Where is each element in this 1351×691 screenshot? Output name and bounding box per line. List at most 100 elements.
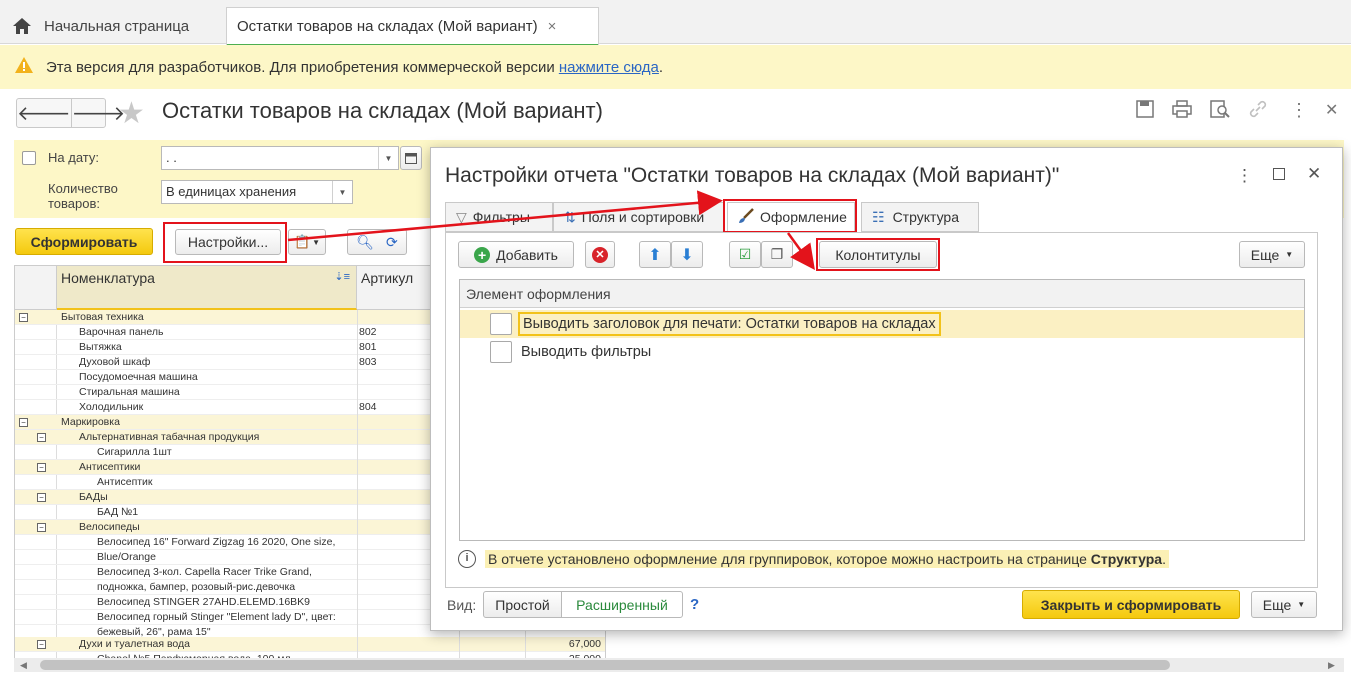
- calendar-icon[interactable]: [400, 146, 422, 170]
- row-name: БАДы: [79, 491, 108, 503]
- view-simple-button[interactable]: Простой: [483, 591, 562, 618]
- home-icon: [12, 17, 32, 35]
- search-icon[interactable]: 🔍︎: [356, 234, 374, 251]
- nav-buttons: 🡐 🡒: [16, 98, 125, 128]
- back-arrow-icon[interactable]: 🡐: [17, 99, 72, 127]
- tab-filters[interactable]: ▽ Фильтры: [445, 202, 553, 232]
- collapse-icon[interactable]: −: [37, 463, 46, 472]
- horizontal-scrollbar-thumb[interactable]: [40, 660, 1170, 670]
- move-down-button[interactable]: ⬇: [671, 241, 703, 268]
- uncheck-all-icon: ❐: [770, 246, 784, 262]
- qty-value: В единицах хранения: [166, 184, 297, 199]
- collapse-icon[interactable]: −: [37, 433, 46, 442]
- row-name: Велосипеды: [79, 521, 140, 533]
- report-settings-dialog: Настройки отчета "Остатки товаров на скл…: [430, 147, 1343, 631]
- variant-menu-button[interactable]: 📋 ▼: [288, 229, 326, 255]
- maximize-icon[interactable]: [1273, 168, 1285, 180]
- check-all-button[interactable]: ☑: [729, 241, 761, 268]
- tab-active-report[interactable]: Остатки товаров на складах (Мой вариант)…: [226, 7, 599, 46]
- move-up-button[interactable]: ⬆: [639, 241, 671, 268]
- save-icon[interactable]: [1136, 100, 1154, 123]
- table-row[interactable]: Духи и туалетная вода 67,000 −: [15, 637, 605, 652]
- row-name: Холодильник: [79, 401, 144, 413]
- tab-structure[interactable]: ☷ Структура: [861, 202, 979, 232]
- row-name: Духи и туалетная вода: [79, 638, 191, 650]
- filter-icon: ▽: [456, 208, 467, 225]
- help-icon[interactable]: ?: [690, 596, 699, 613]
- plus-icon: +: [474, 246, 491, 263]
- settings-highlight: [163, 222, 287, 263]
- delete-button[interactable]: ✕: [585, 241, 615, 268]
- close-and-generate-button[interactable]: Закрыть и сформировать: [1022, 590, 1240, 619]
- more-button[interactable]: Еще ▼: [1239, 241, 1305, 268]
- row-value: 67,000: [568, 638, 601, 650]
- close-form-icon[interactable]: ✕: [1325, 100, 1338, 120]
- report-variant-icon: 📋: [293, 234, 311, 249]
- fields-icon: ⇅: [564, 208, 576, 225]
- delete-icon: ✕: [592, 246, 608, 263]
- more-vertical-icon[interactable]: ⋮: [1290, 100, 1308, 121]
- list-item[interactable]: Выводить заголовок для печати: Остатки т…: [460, 310, 1304, 338]
- tab-home[interactable]: Начальная страница: [0, 8, 225, 44]
- arrow-up-icon: ⬆: [648, 246, 662, 264]
- row-name: Антисептик: [97, 476, 153, 488]
- row-name: Посудомоечная машина: [79, 371, 198, 383]
- purchase-link[interactable]: нажмите сюда: [559, 59, 659, 76]
- collapse-icon[interactable]: −: [19, 418, 28, 427]
- chevron-down-icon[interactable]: ▼: [332, 181, 352, 203]
- row-article: 801: [359, 341, 377, 353]
- arrow-down-icon: ⬇: [680, 246, 694, 264]
- search-buttons: 🔍︎ ⟳: [347, 229, 407, 255]
- print-title-label: Выводить заголовок для печати: Остатки т…: [518, 312, 941, 336]
- date-checkbox[interactable]: [22, 151, 36, 165]
- close-icon[interactable]: ×: [548, 18, 557, 35]
- close-dialog-icon[interactable]: ✕: [1307, 164, 1321, 184]
- uncheck-all-button[interactable]: ❐: [761, 241, 793, 268]
- info-icon: i: [458, 550, 476, 568]
- tab-filters-label: Фильтры: [472, 209, 530, 225]
- row-name: Стиральная машина: [79, 386, 180, 398]
- scroll-right-icon[interactable]: ▶: [1328, 660, 1335, 671]
- print-title-checkbox[interactable]: [490, 313, 512, 335]
- print-icon[interactable]: [1172, 100, 1192, 123]
- list-item[interactable]: Выводить фильтры: [460, 338, 1304, 366]
- row-article: 802: [359, 326, 377, 338]
- appearance-grid[interactable]: Элемент оформления Выводить заголовок дл…: [459, 279, 1305, 541]
- add-button[interactable]: + Добавить: [458, 241, 574, 268]
- preview-icon[interactable]: [1210, 100, 1230, 123]
- date-input[interactable]: . . ▼: [161, 146, 399, 170]
- column-nomenclature-label: Номенклатура: [61, 270, 155, 286]
- row-name: Варочная панель: [79, 326, 164, 338]
- developer-warning-bar: Эта версия для разработчиков. Для приобр…: [0, 45, 1351, 89]
- collapse-icon[interactable]: −: [37, 640, 46, 649]
- warning-text: Эта версия для разработчиков. Для приобр…: [46, 58, 555, 76]
- scroll-left-icon[interactable]: ◀: [20, 660, 27, 671]
- tab-structure-label: Структура: [892, 209, 959, 225]
- info-text: В отчете установлено оформление для груп…: [485, 550, 1169, 568]
- structure-link[interactable]: Структура: [1091, 551, 1162, 567]
- row-name: Велосипед 16" Forward Zigzag 16 2020, On…: [97, 536, 336, 548]
- sort-icon: ⇣≡: [334, 271, 350, 283]
- generate-button[interactable]: Сформировать: [15, 228, 153, 255]
- more-button-2-label: Еще: [1262, 596, 1292, 613]
- column-nomenclature[interactable]: Номенклатура ⇣≡: [57, 266, 357, 310]
- collapse-icon[interactable]: −: [37, 493, 46, 502]
- more-button-2[interactable]: Еще ▼: [1251, 591, 1317, 618]
- chevron-down-icon[interactable]: ▼: [378, 147, 398, 169]
- qty-select[interactable]: В единицах хранения ▼: [161, 180, 353, 204]
- favorite-star-icon[interactable]: ★: [118, 96, 145, 131]
- row-article: 804: [359, 401, 377, 413]
- more-vertical-icon[interactable]: ⋮: [1236, 166, 1253, 186]
- search-refresh-icon[interactable]: ⟳: [386, 234, 398, 251]
- view-extended-button[interactable]: Расширенный: [561, 591, 683, 618]
- row-name: подножка, бампер, розовый-рис.девочка: [97, 581, 296, 593]
- row-name: Велосипед горный Stinger "Element lady D…: [97, 611, 336, 623]
- row-name: Сигарилла 1шт: [97, 446, 172, 458]
- warning-tail: .: [658, 58, 664, 76]
- collapse-icon[interactable]: −: [19, 313, 28, 322]
- tab-fields-sorting[interactable]: ⇅ Поля и сортировки: [553, 202, 725, 232]
- collapse-icon[interactable]: −: [37, 523, 46, 532]
- link-icon[interactable]: [1248, 100, 1268, 123]
- warning-icon: [14, 56, 34, 78]
- show-filters-checkbox[interactable]: [490, 341, 512, 363]
